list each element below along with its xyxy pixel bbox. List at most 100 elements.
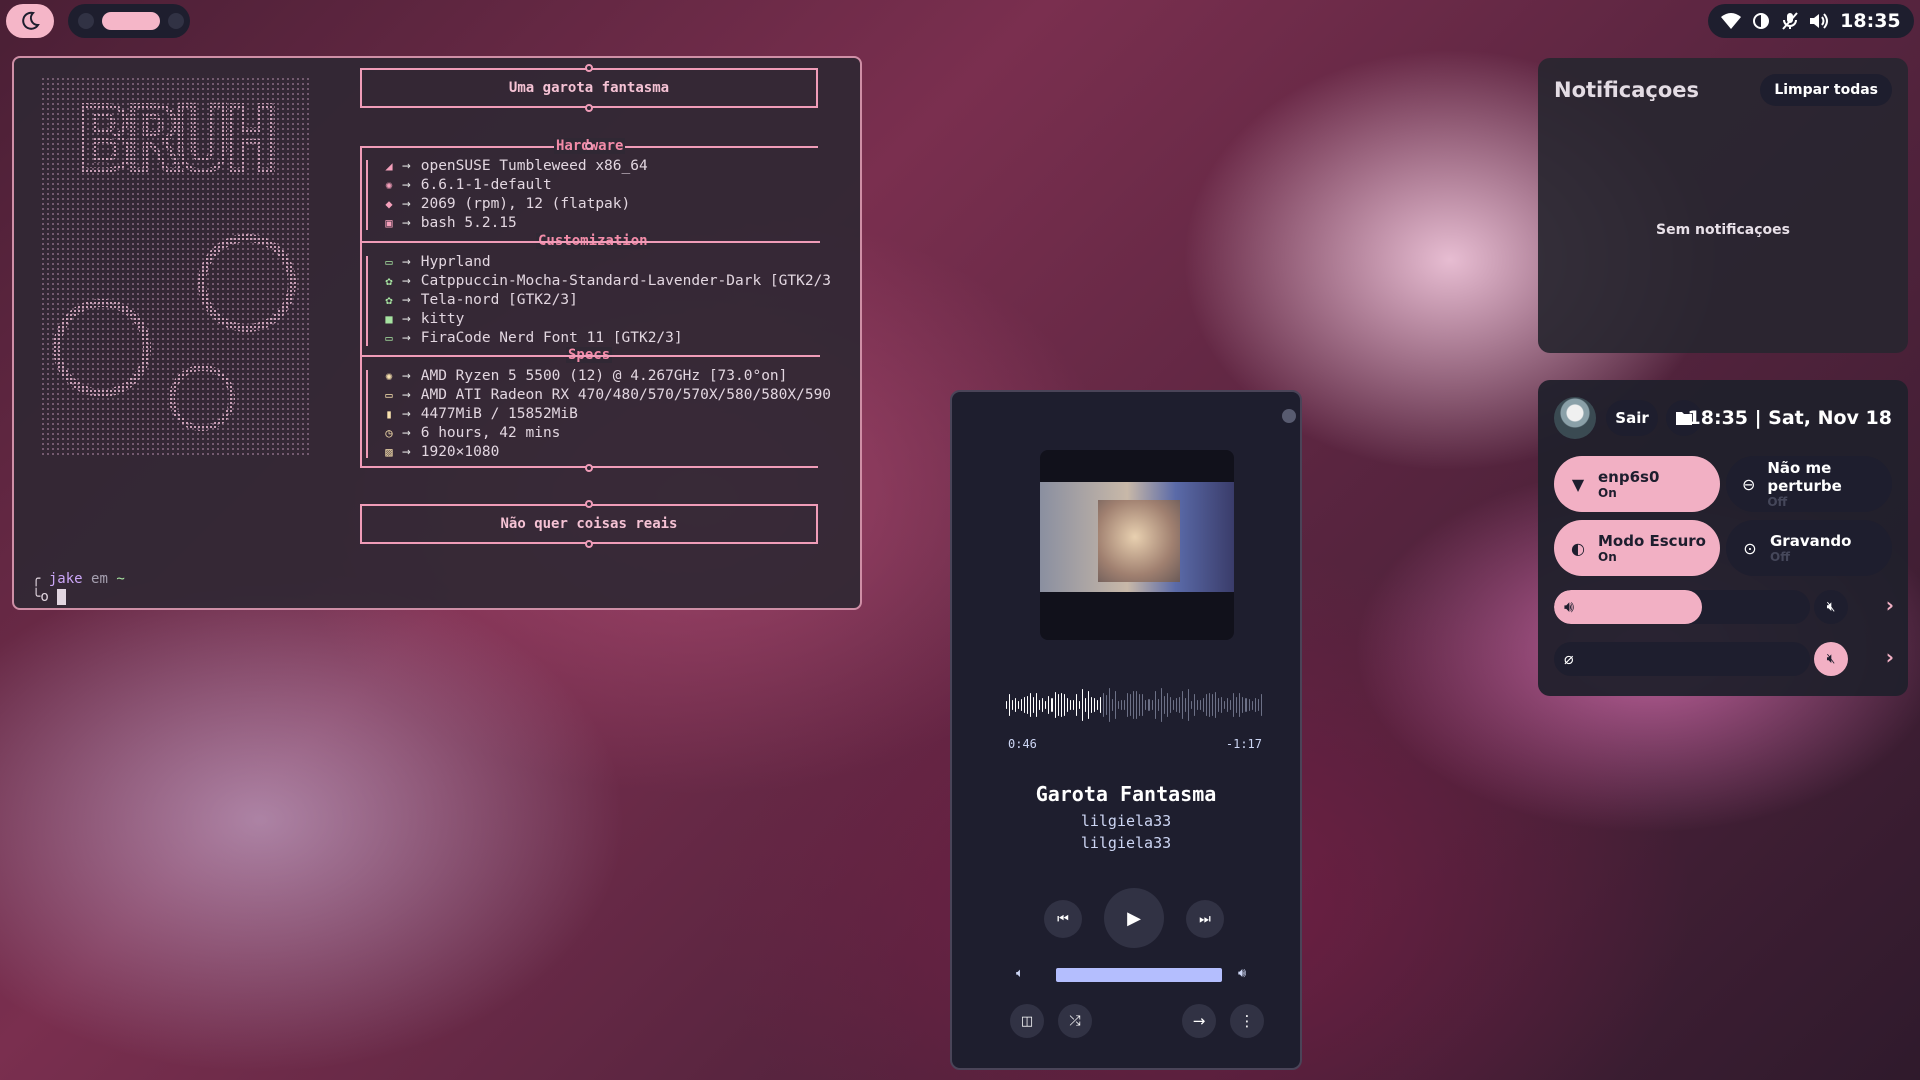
waveform-bar (1018, 700, 1020, 710)
notification-panel: Notificaçoes Limpar todas Sem notificaço… (1538, 58, 1908, 353)
info-row: ■ → kitty (380, 309, 464, 328)
workspace-active[interactable] (102, 12, 160, 30)
info-value: 1920×1080 (420, 443, 500, 460)
waveform-bar (1057, 694, 1059, 716)
arrow-icon: → (402, 310, 411, 327)
tile-network[interactable]: ▼ enp6s0 On (1554, 456, 1720, 512)
terminal-window[interactable]: BRUH Uma garota fantasma Hardware Custom… (12, 56, 862, 610)
info-row: ✿ → Tela-nord [GTK2/3] (380, 290, 578, 309)
record-icon: ⊙ (1743, 538, 1757, 558)
skip-back-icon: ⏮ (1057, 911, 1069, 927)
waveform-bar (1139, 694, 1141, 716)
topbar-clock[interactable]: 18:35 (1840, 10, 1900, 32)
waveform-bar (1106, 695, 1108, 715)
waveform-bar (1224, 700, 1226, 710)
waveform-seekbar[interactable] (1006, 684, 1262, 726)
sidebar-toggle-button[interactable]: ◫ (1010, 1004, 1044, 1038)
svg-text:BRUH: BRUH (78, 88, 274, 191)
info-row: ◢ → openSUSE Tumbleweed x86_64 (380, 156, 647, 175)
cover-image (1040, 482, 1234, 592)
section-divider (360, 355, 820, 357)
info-value: 6.6.1-1-default (420, 176, 552, 193)
terminal-icon: ■ (385, 311, 393, 326)
minus-circle-icon: ⊖ (1741, 474, 1756, 494)
waveform-bar (1045, 700, 1047, 710)
mic-muted-icon: ⌀ (1564, 649, 1574, 668)
arrow-icon: → (402, 443, 411, 460)
tile-do-not-disturb[interactable]: ⊖ Não me perturbe Off (1726, 456, 1892, 512)
prompt-line: ╰o (32, 589, 125, 605)
mic-muted-icon[interactable] (1781, 12, 1799, 30)
info-row: ▣ → bash 5.2.15 (380, 213, 516, 232)
shuffle-icon: ⤮ (1069, 1013, 1081, 1029)
moon-button[interactable] (6, 4, 54, 38)
waveform-bar (1239, 693, 1241, 717)
waveform-bar (1024, 697, 1026, 713)
waveform-bar (1166, 692, 1168, 718)
volume-icon: 🔊︎ (1564, 597, 1575, 616)
mic-slider[interactable]: ⌀ (1554, 642, 1810, 676)
arrow-icon: → (402, 386, 411, 403)
logout-button[interactable]: Sair (1606, 400, 1658, 436)
tile-dark-mode[interactable]: ◐ Modo Escuro On (1554, 520, 1720, 576)
workspace-1[interactable] (78, 13, 94, 29)
avatar[interactable] (1554, 397, 1596, 439)
moon-icon (22, 11, 40, 30)
info-row: ▭ → FiraCode Nerd Font 11 [GTK2/3] (380, 328, 682, 347)
cursor (57, 589, 67, 605)
waveform-bar (1115, 690, 1117, 720)
section-divider (360, 241, 820, 243)
play-icon: ▶ (1127, 907, 1141, 929)
contrast-icon: ◐ (1571, 538, 1585, 558)
clear-all-button[interactable]: Limpar todas (1760, 74, 1892, 106)
chevron-right-icon[interactable]: › (1886, 645, 1894, 669)
waveform-bar (1215, 692, 1217, 718)
empty-notifications-text: Sem notificaçoes (1656, 222, 1790, 238)
waveform-bar (1230, 700, 1232, 710)
shuffle-button[interactable]: ⤮ (1058, 1004, 1092, 1038)
connector-dot (585, 104, 593, 112)
waveform-bar (1051, 698, 1053, 712)
mic-mute-button[interactable]: 🔇︎ (1814, 642, 1848, 676)
tile-label: Gravando (1770, 532, 1852, 550)
chevron-right-icon[interactable]: › (1886, 593, 1894, 617)
tile-label: Modo Escuro (1598, 532, 1706, 550)
more-button[interactable]: ⋮ (1230, 1004, 1264, 1038)
scroll-handle[interactable] (1282, 409, 1296, 423)
volume-slider[interactable] (1056, 968, 1222, 982)
play-button[interactable]: ▶ (1104, 888, 1164, 948)
speaker-mute-button[interactable]: 🔇︎ (1814, 590, 1848, 624)
previous-button[interactable]: ⏮ (1044, 900, 1082, 938)
wifi-icon[interactable] (1721, 13, 1742, 29)
waveform-bar (1187, 688, 1189, 722)
waveform-bar (1206, 694, 1208, 716)
prompt-bracket: ╭ (32, 571, 41, 587)
info-row: ✺ → 6.6.1-1-default (380, 175, 552, 194)
notification-title: Notificaçoes (1554, 78, 1700, 102)
waveform-bar (1054, 692, 1056, 718)
contrast-icon[interactable] (1752, 12, 1770, 30)
tile-state: On (1598, 486, 1617, 500)
info-row: ▮ → 4477MiB / 15852MiB (380, 404, 578, 423)
tile-recording[interactable]: ⊙ Gravando Off (1726, 520, 1892, 576)
waveform-bar (1160, 687, 1162, 723)
waveform-bar (1236, 697, 1238, 713)
volume-low-icon: 🔈︎ (1016, 966, 1024, 981)
volume-icon[interactable] (1809, 12, 1829, 30)
waveform-bar (1060, 693, 1062, 717)
repeat-button[interactable]: → (1182, 1004, 1216, 1038)
info-value: Tela-nord [GTK2/3] (420, 291, 578, 308)
waveform-bar (1090, 697, 1092, 713)
system-tray: 18:35 (1708, 4, 1914, 38)
next-button[interactable]: ⏭ (1186, 900, 1224, 938)
song-title: Garota Fantasma (1035, 782, 1217, 806)
waveform-bar (1163, 695, 1165, 715)
info-value: AMD ATI Radeon RX 470/480/570/570X/580/5… (420, 386, 832, 403)
info-value: 4477MiB / 15852MiB (420, 405, 578, 422)
waveform-bar (1151, 700, 1153, 710)
artist-name: lilgiela33 (1080, 812, 1172, 830)
arrow-icon: → (402, 291, 411, 308)
workspace-3[interactable] (168, 13, 184, 29)
volume-slider[interactable]: 🔊︎ (1554, 590, 1810, 624)
font-icon: ▭ (385, 330, 393, 345)
